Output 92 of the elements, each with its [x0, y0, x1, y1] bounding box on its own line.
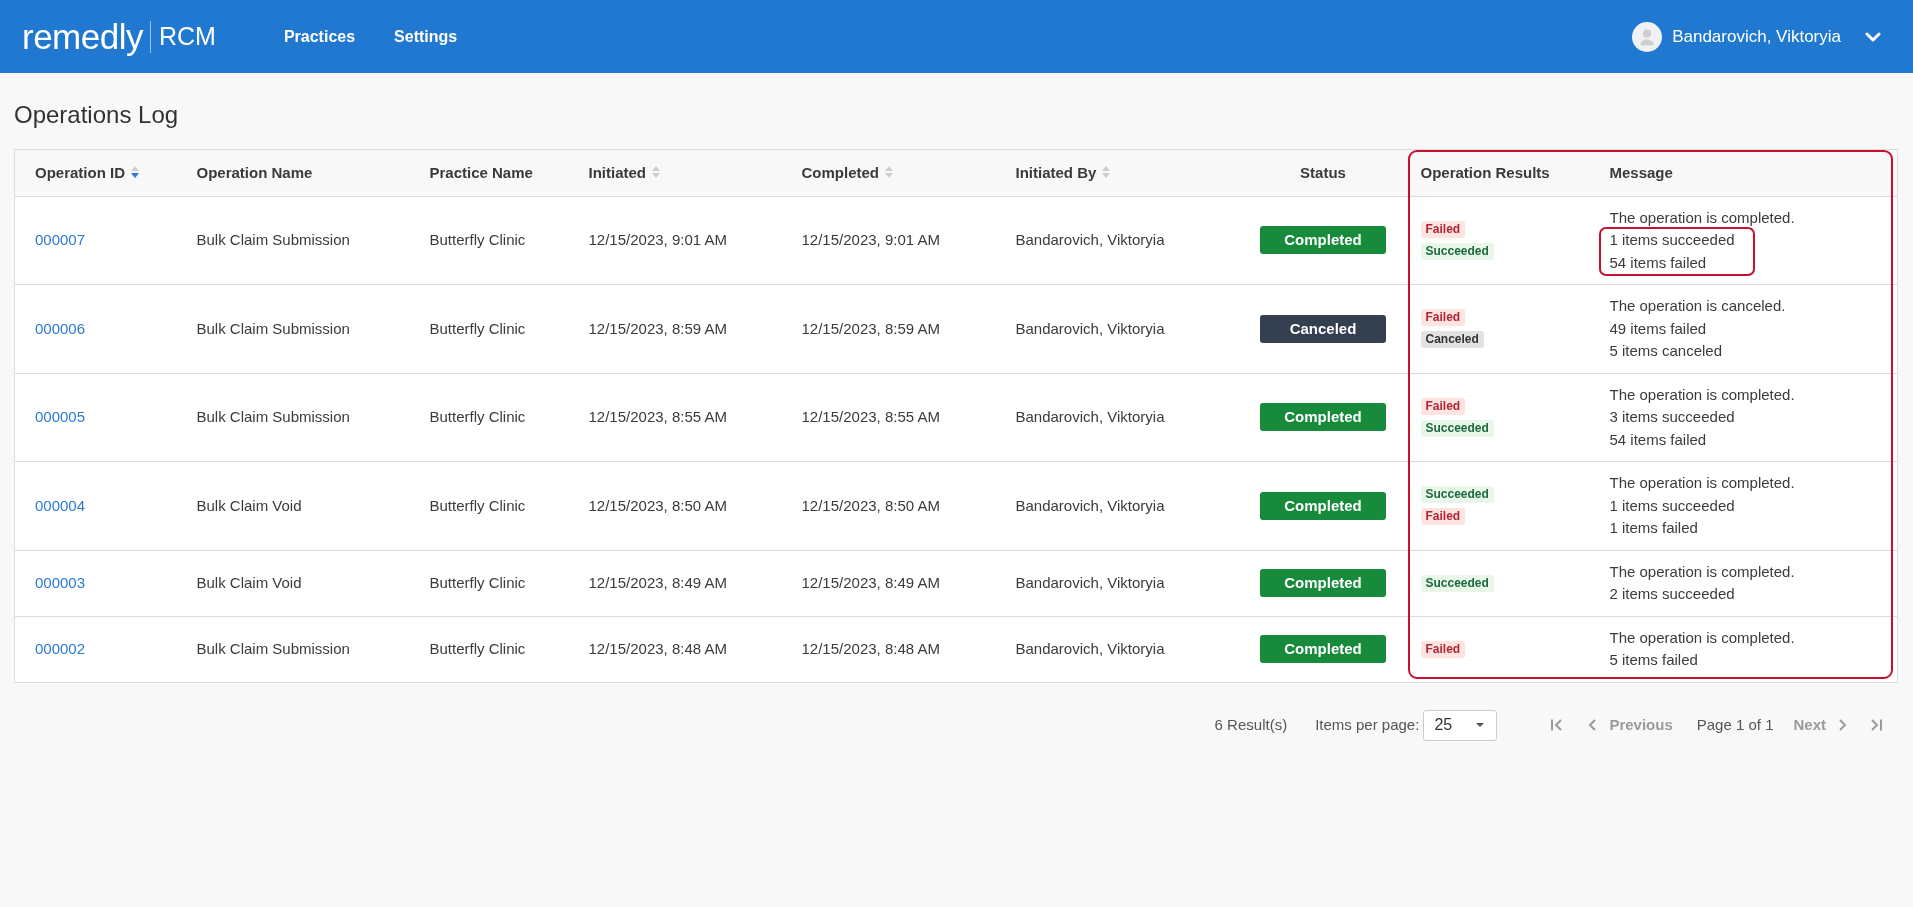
- operation-id-link[interactable]: 000002: [35, 639, 86, 657]
- first-page-icon: [1550, 718, 1565, 732]
- column-header: Operation Results: [1400, 149, 1590, 196]
- practice-name: Butterfly Clinic: [409, 550, 569, 616]
- operation-name: Bulk Claim Submission: [176, 284, 410, 373]
- nav-link[interactable]: Practices: [283, 24, 356, 49]
- items-per-page-label: Items per page:: [1315, 714, 1420, 735]
- initiator-name: Bandarovich, Viktoryia: [995, 284, 1246, 373]
- column-header: Status: [1245, 149, 1401, 196]
- message-line: The operation is completed.: [1609, 207, 1796, 228]
- column-header[interactable]: Initiated: [568, 149, 782, 196]
- operation-name: Bulk Claim Void: [176, 550, 410, 616]
- practice-name: Butterfly Clinic: [409, 461, 569, 550]
- message-line: 1 items failed: [1609, 518, 1699, 538]
- completed-time: 12/15/2023, 9:01 AM: [781, 196, 996, 285]
- message-line: 5 items failed: [1609, 650, 1699, 670]
- page-title: Operations Log: [14, 100, 179, 129]
- operation-name: Bulk Claim Submission: [176, 616, 410, 682]
- message-line: The operation is canceled.: [1609, 296, 1787, 316]
- initiator-name: Bandarovich, Viktoryia: [995, 196, 1246, 285]
- result-tag: Succeeded: [1420, 574, 1494, 592]
- initiated-time: 12/15/2023, 8:49 AM: [568, 550, 782, 616]
- message-line: 49 items failed: [1609, 318, 1708, 339]
- status-label: Completed: [1260, 635, 1386, 663]
- initiated-time: 12/15/2023, 8:50 AM: [568, 461, 782, 550]
- operation-id-link[interactable]: 000007: [35, 231, 86, 248]
- operation-name: Bulk Claim Submission: [176, 196, 410, 285]
- initiated-time: 12/15/2023, 9:01 AM: [568, 196, 782, 285]
- status-label: Completed: [1260, 569, 1386, 597]
- column-header: Practice Name: [409, 149, 569, 196]
- message-line: 54 items failed: [1609, 252, 1708, 273]
- completed-time: 12/15/2023, 8:48 AM: [781, 616, 996, 682]
- result-tag: Failed: [1420, 508, 1466, 526]
- initiated-time: 12/15/2023, 8:55 AM: [568, 373, 782, 462]
- message-line: The operation is completed.: [1609, 561, 1796, 582]
- completed-time: 12/15/2023, 8:49 AM: [781, 550, 996, 616]
- result-tag: Succeeded: [1420, 419, 1494, 437]
- initiator-name: Bandarovich, Viktoryia: [995, 461, 1246, 550]
- column-header[interactable]: Completed: [781, 149, 996, 196]
- caret-down-icon: [1476, 723, 1485, 727]
- completed-time: 12/15/2023, 8:50 AM: [781, 461, 996, 550]
- operation-id-link[interactable]: 000005: [35, 408, 86, 425]
- initiator-name: Bandarovich, Viktoryia: [995, 616, 1246, 682]
- avatar-icon: [1632, 21, 1663, 52]
- message-line: The operation is completed.: [1609, 627, 1796, 648]
- completed-time: 12/15/2023, 8:55 AM: [781, 373, 996, 462]
- initiated-time: 12/15/2023, 8:48 AM: [568, 616, 782, 682]
- status-label: Canceled: [1260, 314, 1386, 343]
- practice-name: Butterfly Clinic: [409, 284, 569, 373]
- result-tag: Failed: [1420, 640, 1466, 658]
- completed-time: 12/15/2023, 8:59 AM: [781, 284, 996, 373]
- nav-link[interactable]: Settings: [394, 24, 458, 49]
- message-line: 5 items canceled: [1609, 341, 1724, 361]
- message-line: 2 items succeeded: [1609, 584, 1736, 604]
- operation-id-link[interactable]: 000004: [35, 496, 86, 514]
- initiator-name: Bandarovich, Viktoryia: [995, 550, 1246, 616]
- practice-name: Butterfly Clinic: [409, 373, 569, 462]
- page-indicator: Page 1 of 1: [1696, 714, 1774, 735]
- message-line: 54 items failed: [1609, 429, 1708, 450]
- operation-id-link[interactable]: 000003: [35, 573, 86, 591]
- status-label: Completed: [1260, 403, 1386, 432]
- operation-name: Bulk Claim Void: [176, 461, 410, 550]
- message-line: 1 items succeeded: [1609, 495, 1736, 516]
- column-header: Operation Name: [176, 149, 410, 196]
- result-tag: Succeeded: [1420, 242, 1494, 260]
- column-header[interactable]: Operation ID: [14, 149, 177, 196]
- initiator-name: Bandarovich, Viktoryia: [995, 373, 1246, 462]
- logo-product-name: RCM: [159, 24, 216, 49]
- user-menu-button[interactable]: Bandarovich, Viktoryia: [1632, 21, 1881, 52]
- column-header: Message: [1589, 149, 1898, 196]
- operation-id-link[interactable]: 000006: [35, 319, 86, 337]
- last-page-icon: [1869, 718, 1883, 732]
- message-line: The operation is completed.: [1609, 384, 1796, 405]
- operation-name: Bulk Claim Submission: [176, 373, 410, 462]
- chevron-down-icon: [1865, 31, 1881, 42]
- logo-wordmark: remedly: [22, 19, 143, 54]
- status-label: Completed: [1260, 226, 1386, 255]
- result-tag: Canceled: [1420, 331, 1484, 349]
- result-tag: Failed: [1420, 309, 1466, 327]
- column-header[interactable]: Initiated By: [995, 149, 1246, 196]
- message-line: 3 items succeeded: [1609, 407, 1736, 427]
- message-line: The operation is completed.: [1609, 473, 1796, 493]
- message-line: 1 items succeeded: [1609, 230, 1735, 250]
- result-tag: Succeeded: [1420, 486, 1494, 504]
- results-count: 6 Result(s): [1214, 714, 1289, 735]
- status-label: Completed: [1260, 491, 1386, 520]
- result-tag: Failed: [1420, 220, 1466, 238]
- result-tag: Failed: [1420, 397, 1466, 415]
- initiated-time: 12/15/2023, 8:59 AM: [568, 284, 782, 373]
- practice-name: Butterfly Clinic: [409, 196, 569, 285]
- items-per-page-select[interactable]: 25: [1423, 709, 1498, 741]
- practice-name: Butterfly Clinic: [409, 616, 569, 682]
